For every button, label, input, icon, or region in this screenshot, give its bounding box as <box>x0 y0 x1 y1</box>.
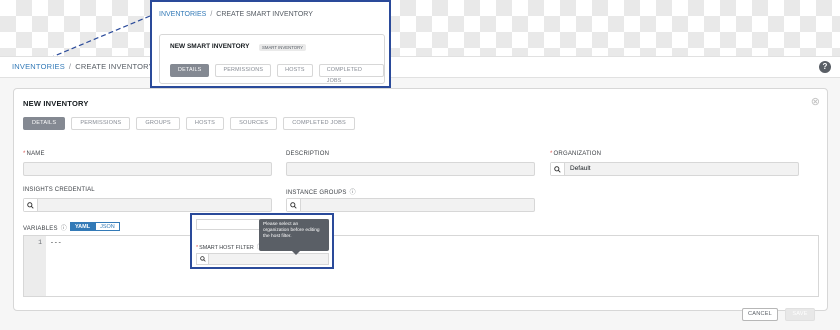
line-number: 1 <box>38 239 42 246</box>
insights-credential-lookup[interactable] <box>23 198 272 212</box>
close-icon[interactable]: ⊗ <box>811 95 820 108</box>
smart-inventory-title: NEW SMART INVENTORY <box>170 43 250 50</box>
form-tabs: DETAILS PERMISSIONS GROUPS HOSTS SOURCES… <box>23 117 355 130</box>
name-field[interactable] <box>23 162 272 176</box>
yaml-toggle-button[interactable]: YAML <box>70 222 96 231</box>
tab-permissions[interactable]: PERMISSIONS <box>215 64 272 77</box>
host-filter-tooltip: Please select an organization before edi… <box>259 219 329 255</box>
variables-editor[interactable]: 1 --- <box>23 235 819 297</box>
json-toggle-button[interactable]: JSON <box>95 222 120 231</box>
breadcrumb-inventories-link[interactable]: INVENTORIES <box>12 62 65 71</box>
search-icon[interactable] <box>197 254 209 264</box>
smart-host-filter-label: *SMART HOST FILTERⓘ <box>196 242 263 251</box>
breadcrumb-inventories-link[interactable]: INVENTORIES <box>159 11 206 18</box>
variables-format-toggle: YAML JSON <box>70 222 120 231</box>
search-icon[interactable] <box>551 163 565 175</box>
breadcrumb-current: CREATE INVENTORY <box>75 62 154 71</box>
tab-hosts[interactable]: HOSTS <box>277 64 313 77</box>
new-inventory-panel: NEW INVENTORY ⊗ DETAILS PERMISSIONS GROU… <box>13 88 828 321</box>
insights-credential-label: INSIGHTS CREDENTIAL <box>23 187 95 193</box>
description-label: DESCRIPTION <box>286 151 330 157</box>
name-label: *NAME <box>23 151 45 157</box>
panel-title: NEW INVENTORY <box>23 99 89 108</box>
tab-details[interactable]: DETAILS <box>23 117 66 130</box>
instance-groups-label: INSTANCE GROUPS ⓘ <box>286 190 356 196</box>
smart-inventory-card: NEW SMART INVENTORY SMART INVENTORY DETA… <box>159 34 385 84</box>
instance-groups-lookup[interactable] <box>286 198 535 212</box>
tab-permissions[interactable]: PERMISSIONS <box>71 117 131 130</box>
top-bar: INVENTORIES / CREATE INVENTORY ? <box>0 56 840 78</box>
breadcrumb-separator: / <box>68 62 72 71</box>
editor-gutter: 1 <box>24 236 46 296</box>
smart-inventory-tabs: DETAILS PERMISSIONS HOSTS COMPLETED JOBS <box>170 64 384 84</box>
smart-inventory-breadcrumb: INVENTORIES / CREATE SMART INVENTORY <box>159 11 313 18</box>
help-circle-icon[interactable]: ⓘ <box>61 226 67 232</box>
tab-details[interactable]: DETAILS <box>170 64 210 77</box>
editor-content[interactable]: --- <box>50 239 62 246</box>
organization-label: *ORGANIZATION <box>550 151 602 157</box>
tab-hosts[interactable]: HOSTS <box>185 117 225 130</box>
help-circle-icon[interactable]: ⓘ <box>350 190 356 196</box>
smart-host-filter-zoom-callout: *SMART HOST FILTERⓘ Please select an org… <box>190 213 334 269</box>
smart-inventory-zoom-callout: INVENTORIES / CREATE SMART INVENTORY NEW S… <box>150 0 391 88</box>
work-area: NEW INVENTORY ⊗ DETAILS PERMISSIONS GROU… <box>0 78 840 330</box>
breadcrumb: INVENTORIES / CREATE INVENTORY <box>12 62 154 71</box>
search-icon[interactable] <box>24 199 38 211</box>
smart-host-filter-lookup[interactable] <box>196 253 329 265</box>
cancel-button[interactable]: CANCEL <box>742 308 778 321</box>
variables-label: VARIABLES ⓘ <box>23 226 67 232</box>
breadcrumb-current: CREATE SMART INVENTORY <box>216 11 313 18</box>
tab-sources[interactable]: SOURCES <box>230 117 278 130</box>
organization-lookup[interactable]: Default <box>550 162 799 176</box>
save-button[interactable]: SAVE <box>785 308 815 321</box>
description-field[interactable] <box>286 162 535 176</box>
help-circle-icon[interactable]: ? <box>819 61 831 73</box>
search-icon[interactable] <box>287 199 301 211</box>
breadcrumb-separator: / <box>210 11 213 18</box>
organization-value: Default <box>570 165 591 172</box>
tab-completed-jobs[interactable]: COMPLETED JOBS <box>283 117 355 130</box>
tab-groups[interactable]: GROUPS <box>136 117 180 130</box>
smart-inventory-badge: SMART INVENTORY <box>259 44 306 51</box>
tab-completed-jobs[interactable]: COMPLETED JOBS <box>318 64 384 84</box>
